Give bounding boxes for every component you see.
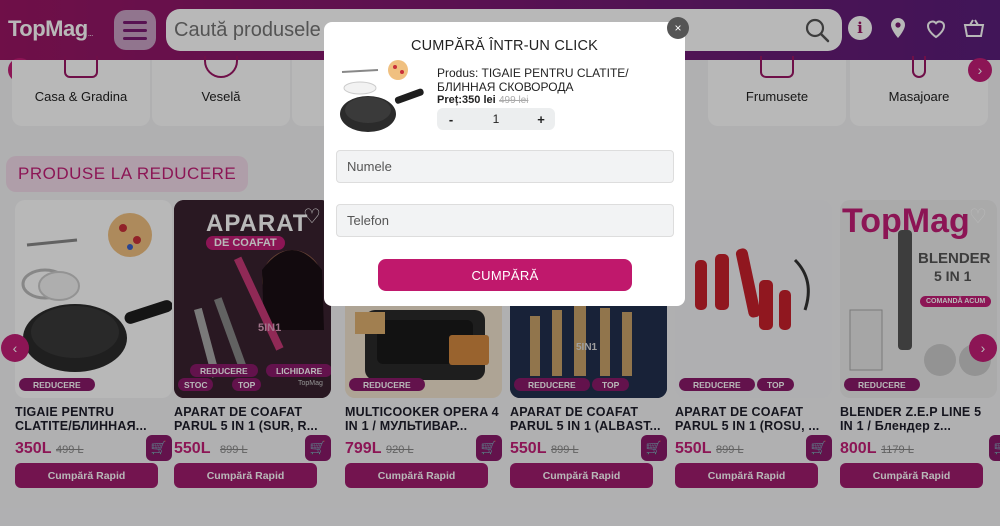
modal-price: Preț:350 lei xyxy=(437,94,496,106)
modal-product-prefix: Produs: xyxy=(437,66,479,80)
modal-old-price: 499 lei xyxy=(499,95,529,106)
phone-input[interactable] xyxy=(336,204,674,237)
qty-value[interactable]: 1 xyxy=(465,112,527,126)
modal-buy-button[interactable]: CUMPĂRĂ xyxy=(378,259,632,291)
close-icon: × xyxy=(674,21,682,35)
modal-title: CUMPĂRĂ ÎNTR-UN CLICK xyxy=(410,38,599,54)
modal-product-info: Produs: TIGAIE PENTRU CLATITE/ БЛИННАЯ С… xyxy=(437,66,667,94)
modal-product-image xyxy=(340,60,424,132)
qty-decrease-button[interactable]: - xyxy=(437,112,465,127)
quantity-stepper: - 1 + xyxy=(437,108,555,130)
quick-buy-modal: CUMPĂRĂ ÎNTR-UN CLICK Produs: TIGAIE PEN… xyxy=(324,22,685,306)
name-input[interactable] xyxy=(336,150,674,183)
modal-close-button[interactable]: × xyxy=(667,17,689,39)
qty-increase-button[interactable]: + xyxy=(527,112,555,127)
